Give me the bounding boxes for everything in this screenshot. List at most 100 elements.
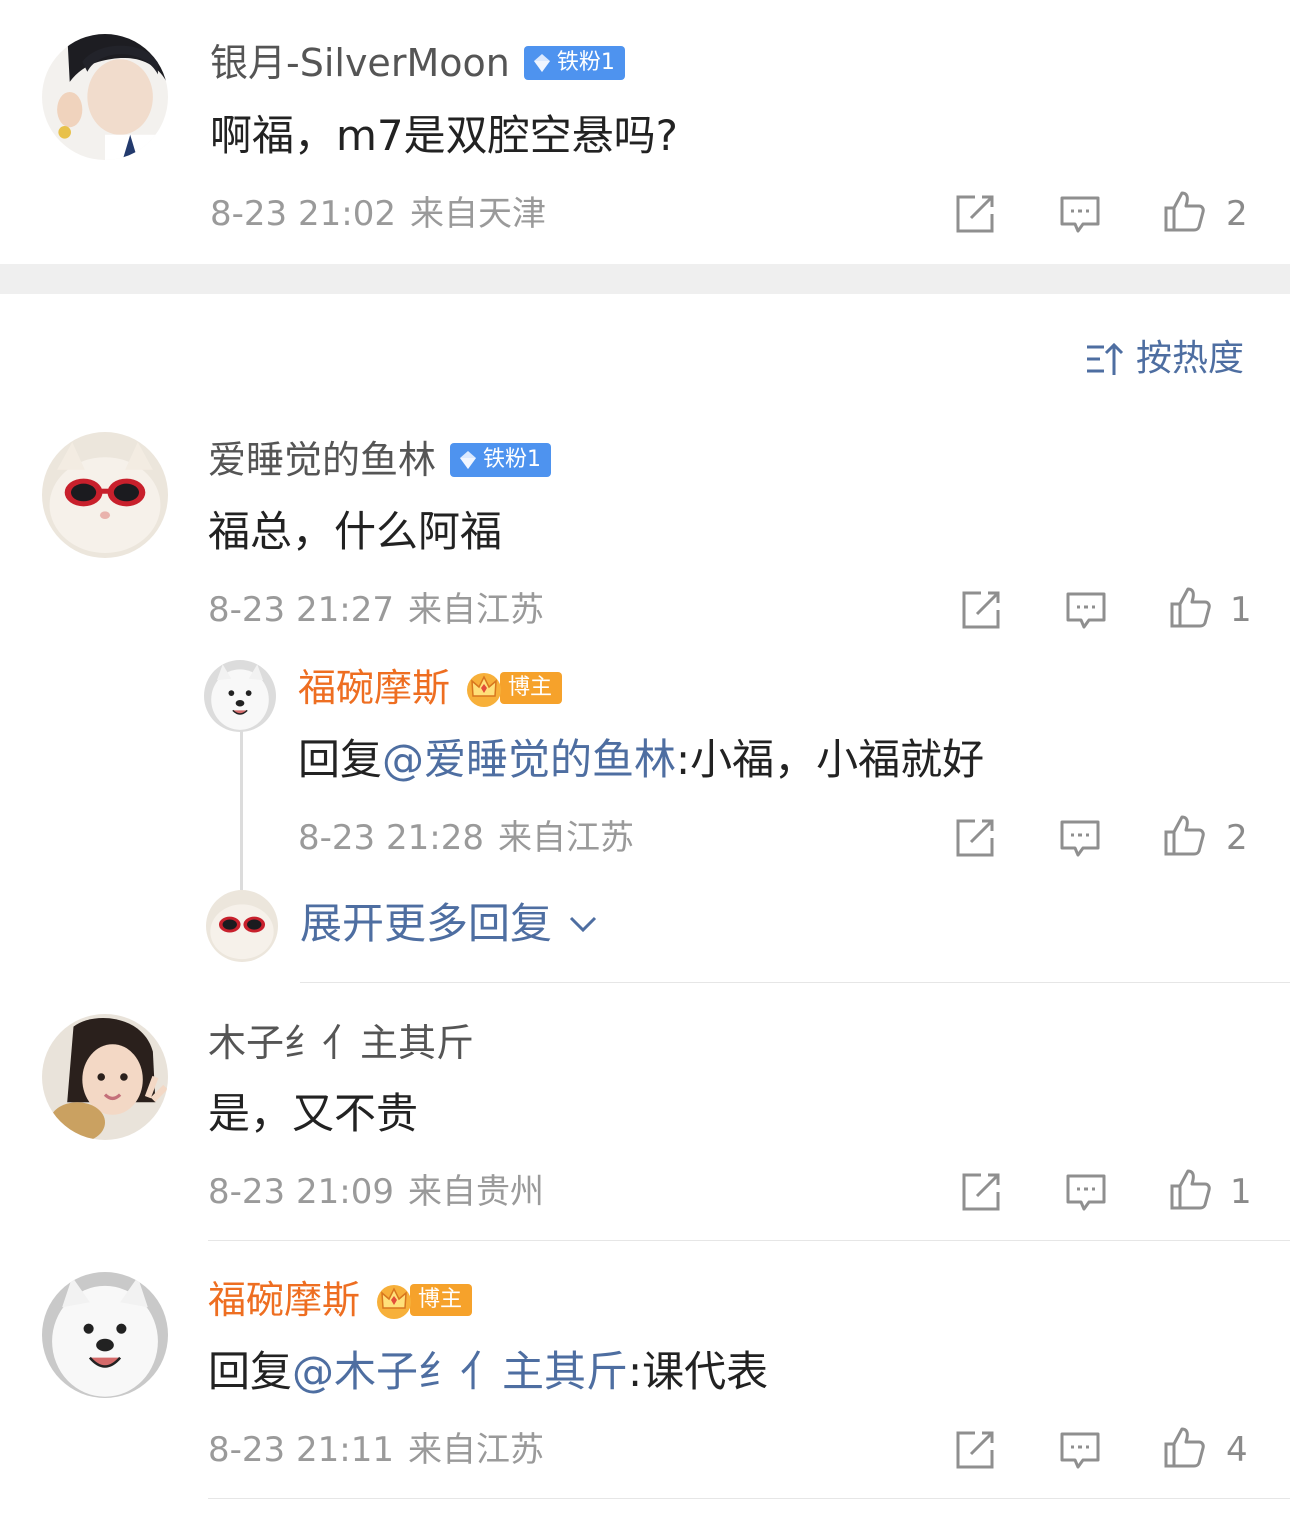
comment-icon xyxy=(1066,592,1106,629)
like-button[interactable] xyxy=(1162,814,1206,858)
badge-label: 铁粉1 xyxy=(483,447,542,472)
share-icon xyxy=(956,1431,994,1469)
mention-link[interactable]: @爱睡觉的鱼林 xyxy=(382,735,676,784)
crown-icon xyxy=(467,673,502,707)
like-count: 2 xyxy=(1226,818,1248,858)
share-button[interactable] xyxy=(953,816,997,860)
reply-text: 回复@爱睡觉的鱼林:小福，小福就好 xyxy=(298,734,984,786)
avatar-silvermoon[interactable] xyxy=(42,34,168,160)
comment-icon xyxy=(1060,1432,1100,1469)
like-button[interactable] xyxy=(1162,190,1206,234)
share-button[interactable] xyxy=(959,1170,1003,1214)
like-icon xyxy=(1170,587,1211,628)
reply-body: :小福，小福就好 xyxy=(676,735,985,784)
like-icon xyxy=(1164,191,1205,232)
divider xyxy=(208,1240,1290,1241)
blogger-badge-label: 博主 xyxy=(410,1284,473,1316)
commenter-name[interactable]: 爱睡觉的鱼林 铁粉1 xyxy=(208,437,552,483)
like-count: 4 xyxy=(1226,1430,1248,1470)
comment-time: 8-23 21:02 xyxy=(210,194,396,234)
comment-icon xyxy=(1060,196,1100,233)
comment-icon xyxy=(1060,820,1100,857)
commenter-name-text[interactable]: 爱睡觉的鱼林 xyxy=(208,437,436,483)
like-button[interactable] xyxy=(1162,1426,1206,1470)
comment-location: 来自江苏 xyxy=(407,1430,544,1470)
chevron-down-icon xyxy=(569,916,597,933)
comment-meta: 8-23 21:09 来自贵州 xyxy=(208,1172,544,1212)
comment-text: 啊福，m7是双腔空悬吗? xyxy=(210,111,678,160)
share-icon xyxy=(962,1173,1000,1211)
like-count: 2 xyxy=(1226,194,1248,234)
blogger-badge: 博主 xyxy=(374,1283,473,1319)
share-icon xyxy=(956,819,994,857)
like-button[interactable] xyxy=(1168,1168,1212,1212)
share-icon xyxy=(962,591,1000,629)
iron-fan-badge[interactable]: 铁粉1 xyxy=(523,46,625,80)
comment-location: 来自贵州 xyxy=(407,1172,544,1212)
comment-body: :课代表 xyxy=(628,1347,769,1396)
reply-meta: 8-23 21:28 来自江苏 xyxy=(298,818,634,858)
comment-time: 8-23 21:11 xyxy=(208,1430,394,1470)
comment-button[interactable] xyxy=(1064,1170,1108,1214)
avatar-muzi[interactable] xyxy=(42,1014,168,1140)
reply-author-name-text[interactable]: 福碗摩斯 xyxy=(298,665,450,711)
avatar-yulin-small[interactable] xyxy=(206,890,278,962)
sort-toggle[interactable]: 按热度 xyxy=(1084,336,1244,382)
diamond-icon xyxy=(460,451,477,469)
like-count: 1 xyxy=(1230,590,1252,630)
comment-meta: 8-23 21:27 来自江苏 xyxy=(208,590,544,630)
commenter-name[interactable]: 木子纟亻主其斤 xyxy=(208,1020,474,1066)
like-count: 1 xyxy=(1230,1172,1252,1212)
blogger-badge: 博主 xyxy=(464,671,563,707)
comment-meta: 8-23 21:02 来自天津 xyxy=(210,194,546,234)
comment-button[interactable] xyxy=(1058,816,1102,860)
like-icon xyxy=(1170,1169,1211,1210)
comment-button[interactable] xyxy=(1058,1428,1102,1472)
comment-time: 8-23 21:27 xyxy=(208,590,394,630)
share-icon xyxy=(956,195,994,233)
badge-label: 铁粉1 xyxy=(556,50,615,75)
commenter-name-text[interactable]: 福碗摩斯 xyxy=(208,1277,360,1323)
comment-meta: 8-23 21:11 来自江苏 xyxy=(208,1430,544,1470)
reply-prefix: 回复 xyxy=(298,735,383,784)
like-icon xyxy=(1164,815,1205,856)
comment-text: 是，又不贵 xyxy=(208,1089,419,1138)
blogger-badge-label: 博主 xyxy=(500,672,563,704)
iron-fan-badge[interactable]: 铁粉1 xyxy=(450,443,552,477)
reply-time: 8-23 21:28 xyxy=(298,818,484,858)
expand-label: 展开更多回复 xyxy=(300,899,553,948)
share-button[interactable] xyxy=(953,1428,997,1472)
reply-prefix: 回复 xyxy=(208,1347,293,1396)
expand-more-replies[interactable]: 展开更多回复 xyxy=(300,898,600,950)
section-separator xyxy=(0,264,1290,294)
share-button[interactable] xyxy=(953,192,997,236)
reply-author-name[interactable]: 福碗摩斯 博主 xyxy=(298,665,563,711)
divider xyxy=(208,1498,1290,1499)
share-button[interactable] xyxy=(959,588,1003,632)
comment-button[interactable] xyxy=(1058,192,1102,236)
mention-link[interactable]: @木子纟亻主其斤 xyxy=(292,1347,628,1396)
comment-location: 来自天津 xyxy=(409,194,546,234)
avatar-fuwanmosi[interactable] xyxy=(42,1272,168,1398)
crown-icon xyxy=(377,1285,412,1319)
commenter-name-text[interactable]: 银月-SilverMoon xyxy=(210,40,510,86)
commenter-name-text[interactable]: 木子纟亻主其斤 xyxy=(208,1020,474,1066)
comment-text: 回复@木子纟亻主其斤:课代表 xyxy=(208,1346,768,1398)
like-icon xyxy=(1164,1427,1205,1468)
sort-label: 按热度 xyxy=(1135,338,1244,379)
comment-icon xyxy=(1066,1174,1106,1211)
comment-location: 来自江苏 xyxy=(407,590,544,630)
comment-button[interactable] xyxy=(1064,588,1108,632)
divider xyxy=(300,982,1290,983)
avatar-fuwanmosi[interactable] xyxy=(204,660,276,732)
commenter-name[interactable]: 银月-SilverMoon 铁粉1 xyxy=(210,40,625,86)
comment-time: 8-23 21:09 xyxy=(208,1172,394,1212)
sort-icon xyxy=(1086,342,1124,375)
diamond-icon xyxy=(533,54,550,72)
commenter-name[interactable]: 福碗摩斯 博主 xyxy=(208,1277,473,1323)
reply-location: 来自江苏 xyxy=(497,818,634,858)
thread-line xyxy=(240,730,243,890)
comment-text: 福总，什么阿福 xyxy=(208,507,503,556)
avatar-yulin[interactable] xyxy=(42,432,168,558)
like-button[interactable] xyxy=(1168,586,1212,630)
